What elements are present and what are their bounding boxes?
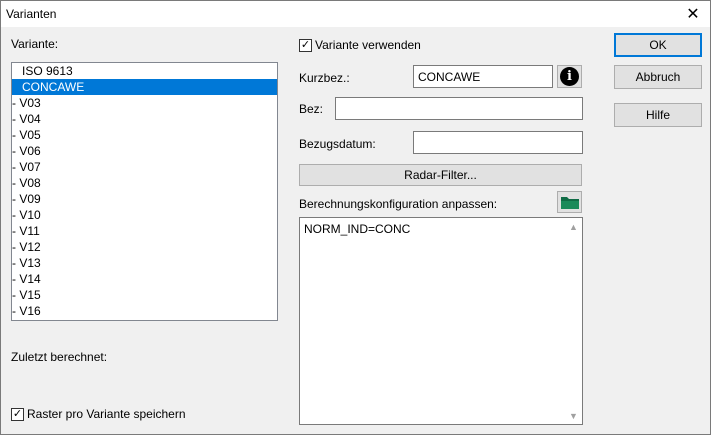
list-item[interactable]: - V08	[12, 175, 277, 191]
info-icon: i	[560, 67, 579, 86]
bezugsdatum-label: Bezugsdatum:	[299, 137, 376, 151]
close-button[interactable]: ✕	[676, 1, 710, 27]
raster-checkbox[interactable]: ✓	[11, 407, 24, 421]
scroll-up-icon[interactable]: ▲	[565, 218, 582, 235]
close-icon: ✕	[686, 6, 700, 23]
list-item[interactable]: - V09	[12, 191, 277, 207]
variant-listbox[interactable]: ISO 9613 CONCAWE - V03- V04- V05- V06- V07…	[11, 62, 278, 321]
varianten-dialog: Varianten ✕ Variante: ISO 9613 CONCAWE - V…	[0, 0, 711, 435]
list-item[interactable]: - V04	[12, 111, 277, 127]
list-item[interactable]: CONCAWE	[12, 79, 277, 95]
raster-checkbox-row[interactable]: ✓ Raster pro Variante speichern	[11, 407, 186, 421]
radar-filter-label: Radar-Filter...	[404, 168, 477, 182]
folder-button[interactable]	[557, 191, 582, 213]
config-textarea[interactable]: NORM_IND=CONC ▲ ▼	[299, 217, 583, 425]
variante-verwenden-checkbox[interactable]: ✓	[299, 38, 312, 52]
variante-label: Variante:	[11, 37, 59, 51]
list-item[interactable]: - V13	[12, 255, 277, 271]
list-item[interactable]: - V06	[12, 143, 277, 159]
kurzbez-input[interactable]	[413, 65, 553, 88]
bez-label: Bez:	[299, 102, 324, 116]
list-item[interactable]: - V07	[12, 159, 277, 175]
abbruch-label: Abbruch	[635, 70, 681, 84]
list-item[interactable]: - V12	[12, 239, 277, 255]
list-item[interactable]: - V03	[12, 95, 277, 111]
list-item[interactable]: - V15	[12, 287, 277, 303]
hilfe-button[interactable]: Hilfe	[614, 103, 702, 127]
title-bar: Varianten ✕	[1, 1, 710, 27]
raster-checkbox-label: Raster pro Variante speichern	[27, 407, 186, 421]
zuletzt-berechnet-label: Zuletzt berechnet:	[11, 350, 108, 364]
variante-verwenden-label: Variante verwenden	[315, 38, 421, 52]
list-item[interactable]: - V10	[12, 207, 277, 223]
window-title: Varianten	[6, 7, 57, 21]
list-item[interactable]: - V05	[12, 127, 277, 143]
bezugsdatum-input[interactable]	[413, 131, 583, 154]
config-text: NORM_IND=CONC	[304, 222, 411, 236]
info-button[interactable]: i	[557, 65, 582, 88]
config-scrollbar[interactable]: ▲ ▼	[565, 218, 582, 424]
list-item[interactable]: - V16	[12, 303, 277, 319]
list-item[interactable]: - V14	[12, 271, 277, 287]
bez-input[interactable]	[335, 97, 583, 120]
hilfe-label: Hilfe	[645, 108, 670, 122]
verwenden-checkbox-row[interactable]: ✓ Variante verwenden	[299, 38, 421, 52]
kurzbez-label: Kurzbez.:	[299, 71, 350, 85]
list-item[interactable]: - V11	[12, 223, 277, 239]
ok-button[interactable]: OK	[614, 33, 702, 57]
abbruch-button[interactable]: Abbruch	[614, 65, 702, 89]
ok-label: OK	[649, 38, 667, 52]
radar-filter-button[interactable]: Radar-Filter...	[299, 164, 582, 186]
scroll-down-icon[interactable]: ▼	[565, 407, 582, 424]
folder-open-icon	[560, 197, 579, 209]
config-label: Berechnungskonfiguration anpassen:	[299, 197, 498, 211]
list-item[interactable]: ISO 9613	[12, 63, 277, 79]
